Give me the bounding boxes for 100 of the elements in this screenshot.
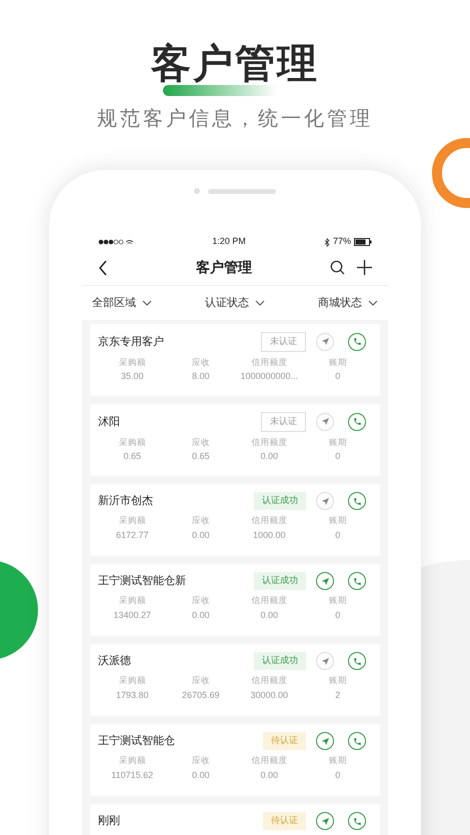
stat-value: 0.00 [192, 528, 210, 542]
stat-label: 账期 [328, 514, 347, 527]
stat-label: 采购额 [118, 356, 146, 368]
stat-label: 应收 [192, 674, 210, 687]
call-button[interactable] [348, 492, 366, 510]
navigation-button[interactable] [316, 572, 334, 590]
stat-label: 采购额 [118, 674, 146, 687]
stat-value: 8.00 [192, 370, 210, 384]
bluetooth-icon [324, 238, 330, 246]
stat-value: 0 [335, 608, 340, 622]
stat-label: 信用额度 [251, 356, 288, 368]
navigation-button[interactable] [316, 812, 334, 830]
call-button[interactable] [348, 412, 366, 431]
speaker-slot [208, 188, 276, 194]
stat-value: 1000000000... [240, 370, 298, 384]
stat-label: 应收 [192, 436, 210, 448]
stat-label: 采购额 [118, 436, 146, 448]
battery-percent: 77% [332, 235, 351, 248]
stat-value: 0 [335, 450, 340, 464]
customer-card[interactable]: 沭阳 未认证 采购额 0.65 应收 0.65 信用额度 0.00 账期 0 [90, 404, 380, 476]
location-arrow-icon [320, 736, 330, 746]
stat-value: 0.00 [260, 768, 278, 782]
page-heading: 客户管理 [151, 44, 319, 84]
status-badge: 认证成功 [254, 492, 306, 510]
stat-value: 35.00 [120, 370, 144, 384]
stat-label: 信用额度 [251, 674, 288, 687]
status-badge: 未认证 [261, 332, 306, 352]
call-button[interactable] [348, 812, 366, 830]
signal-icon [98, 238, 134, 246]
status-badge: 待认证 [263, 812, 306, 830]
stat-value: 0 [335, 768, 340, 782]
phone-icon [352, 496, 362, 506]
customer-name: 新沂市创杰 [98, 494, 154, 509]
stat-label: 账期 [328, 594, 347, 607]
status-badge: 未认证 [261, 412, 306, 432]
status-badge: 待认证 [263, 732, 306, 750]
stat-value: 13400.27 [113, 608, 152, 622]
customer-name: 沭阳 [98, 414, 121, 430]
stat-label: 账期 [328, 436, 347, 448]
add-button[interactable] [357, 260, 372, 275]
customer-name: 沃派德 [98, 654, 132, 669]
customer-card[interactable]: 沃派德 认证成功 采购额 1793.80 应收 26705.69 信用额度 30000.00 账期 2 [90, 644, 380, 716]
stat-value: 1793.80 [116, 688, 149, 702]
call-button[interactable] [348, 652, 366, 670]
stat-value: 0.65 [192, 450, 210, 464]
battery-icon [354, 238, 372, 246]
location-arrow-icon [320, 656, 330, 666]
customer-card[interactable]: 新沂市创杰 认证成功 采购额 6172.77 应收 0.00 信用额度 1000.00 账期 0 [90, 484, 380, 556]
stat-value: 110715.62 [111, 768, 154, 782]
location-arrow-icon [320, 816, 330, 826]
stat-value: 0.00 [192, 768, 210, 782]
chevron-down-icon [255, 300, 265, 306]
phone-icon [352, 337, 362, 346]
customer-card[interactable]: 刚刚 待认证 [90, 804, 380, 835]
call-button[interactable] [348, 572, 366, 590]
stat-label: 信用额度 [251, 436, 288, 448]
customer-name: 王宁测试智能仓 [98, 734, 176, 749]
filter-dropdown[interactable]: 全部区域 [92, 294, 152, 312]
stat-value: 0 [335, 528, 340, 542]
stat-label: 应收 [192, 754, 210, 767]
customer-card[interactable]: 王宁测试智能仓 待认证 采购额 110715.62 应收 0.00 信用额度 0.00 账期 0 [90, 724, 380, 796]
phone-icon [352, 736, 362, 746]
location-arrow-icon [320, 337, 330, 346]
customer-card[interactable]: 京东专用客户 未认证 采购额 35.00 应收 8.00 信用额度 1000000000... 账期 0 [90, 324, 380, 396]
filter-dropdown[interactable]: 认证状态 [205, 294, 265, 312]
stat-label: 账期 [328, 754, 347, 767]
stat-label: 应收 [192, 594, 210, 607]
search-button[interactable] [330, 260, 345, 275]
stat-value: 0.00 [260, 608, 278, 622]
stat-label: 账期 [328, 674, 347, 687]
stat-value: 26705.69 [182, 688, 220, 702]
stat-value: 6172.77 [116, 528, 149, 542]
location-arrow-icon [320, 417, 330, 426]
stat-value: 0.65 [123, 450, 142, 464]
phone-icon [352, 816, 362, 826]
customer-card[interactable]: 王宁测试智能仓新 认证成功 采购额 13400.27 应收 0.00 信用额度 0.00 账期 0 [90, 564, 380, 636]
stat-label: 应收 [192, 514, 210, 527]
chevron-down-icon [142, 300, 152, 306]
stat-label: 采购额 [118, 594, 146, 607]
stat-label: 信用额度 [251, 754, 288, 767]
stat-value: 0.00 [192, 608, 210, 622]
clock-time: 1:20 PM [212, 235, 246, 248]
stat-value: 1000.00 [252, 528, 286, 542]
nav-title: 客户管理 [195, 258, 253, 277]
filter-dropdown[interactable]: 商城状态 [318, 294, 378, 312]
phone-icon [352, 417, 362, 426]
stat-value: 0.00 [260, 450, 278, 464]
page-subtitle: 规范客户信息，统一化管理 [97, 107, 373, 132]
stat-value: 30000.00 [250, 688, 288, 702]
call-button[interactable] [348, 732, 366, 750]
stat-label: 应收 [192, 356, 210, 368]
call-button[interactable] [348, 332, 366, 351]
status-badge: 认证成功 [254, 572, 306, 590]
customer-name: 王宁测试智能仓新 [98, 574, 187, 589]
stat-value: 0 [335, 370, 340, 384]
stat-label: 账期 [328, 356, 347, 368]
stat-label: 采购额 [118, 514, 146, 527]
stat-label: 信用额度 [251, 514, 288, 527]
chevron-down-icon [368, 300, 378, 306]
navigation-button[interactable] [316, 732, 334, 750]
